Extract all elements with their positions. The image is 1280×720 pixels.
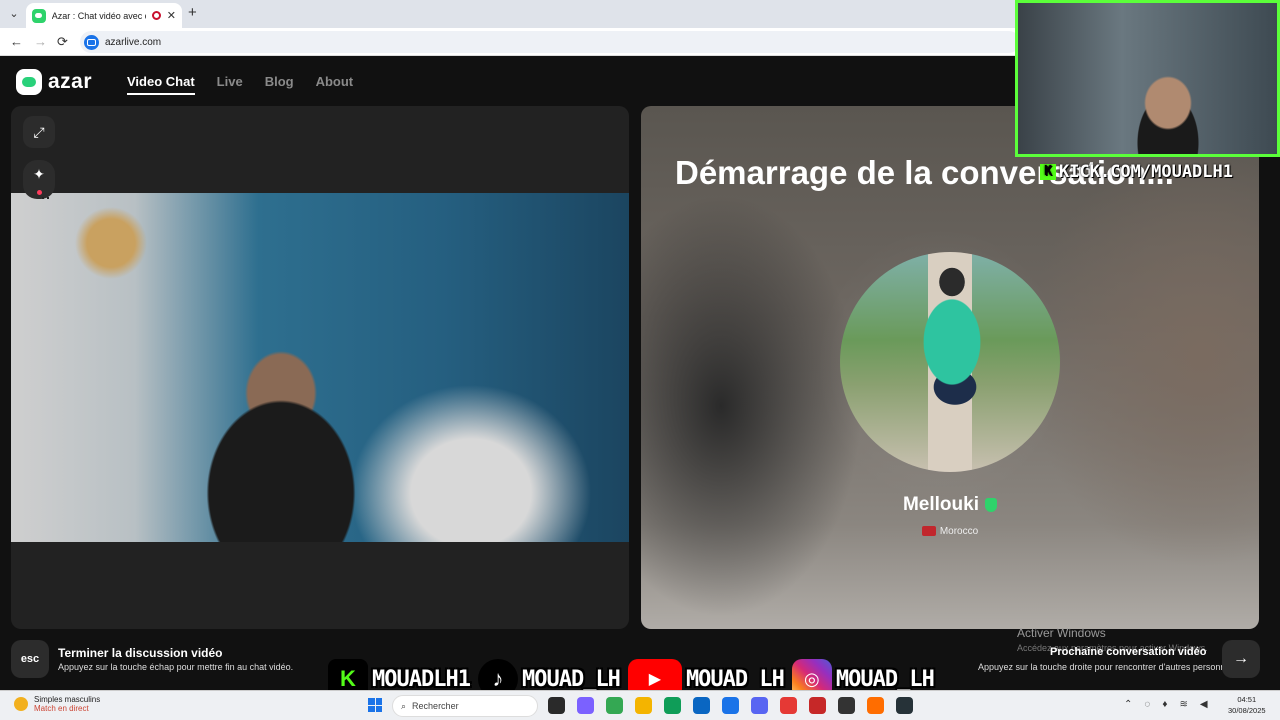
network-icon[interactable]: ◌ [1144, 699, 1150, 710]
back-icon[interactable]: ← [10, 34, 23, 49]
end-chat-hint: Appuyez sur la touche échap pour mettre … [58, 662, 294, 672]
profile-photo [840, 252, 1060, 472]
azar-favicon-icon [32, 8, 46, 23]
country-name: Morocco [939, 526, 979, 537]
taskbar-app-icon[interactable] [548, 697, 565, 714]
next-chat-button[interactable]: → [1222, 640, 1260, 678]
tennis-ball-icon [14, 697, 28, 711]
taskbar-app-icon[interactable] [780, 697, 797, 714]
taskbar-app-icon[interactable] [722, 697, 739, 714]
browser-tab-azar[interactable]: Azar : Chat vidéo avec de n ✕ [26, 3, 182, 28]
local-camera-feed [11, 193, 629, 542]
system-tray: ⌃ ◌ ♦ ≋ ◀ [1124, 699, 1208, 710]
widget-text: Simples masculins Match en direct [34, 695, 100, 713]
logo-text: azar [48, 70, 93, 93]
taskbar-clock[interactable]: 04:51 30/08/2025 [1228, 694, 1266, 716]
profile-name: Mellouki [902, 494, 979, 515]
video-tools: ⤢ ✦ [23, 116, 55, 199]
verified-badge-icon [985, 497, 997, 512]
widget-title: Simples masculins [34, 695, 101, 704]
reload-icon[interactable]: ⟳ [57, 34, 68, 50]
morocco-flag-icon [921, 526, 936, 537]
expand-icon[interactable]: ⤢ [23, 116, 55, 148]
taskbar-app-icon[interactable] [867, 697, 884, 714]
screen: ⌄ Azar : Chat vidéo avec de n ✕ + ← → ⟳ … [0, 0, 1280, 720]
taskbar-app-icon[interactable] [664, 697, 681, 714]
taskbar-app-icon[interactable] [896, 697, 913, 714]
end-chat-button[interactable]: esc [11, 640, 49, 678]
main-nav: Video Chat Live Blog About [127, 74, 353, 95]
search-placeholder: Rechercher [412, 701, 459, 711]
local-video-panel: ⤢ ✦ [11, 106, 629, 629]
search-icon: ⌕ [401, 700, 407, 711]
effects-group: ✦ [23, 160, 55, 199]
windows-start-icon[interactable] [368, 698, 382, 712]
clock-time: 04:51 [1237, 695, 1257, 704]
url-text: azarlive.com [105, 36, 162, 48]
instagram-label: MOUAD_LH [835, 666, 935, 692]
taskbar-app-icon[interactable] [693, 697, 710, 714]
windows-taskbar: Simples masculins Match en direct ⌕ Rech… [0, 690, 1280, 720]
nav-video-chat[interactable]: Video Chat [127, 74, 195, 95]
volume-icon[interactable]: ◀ [1200, 699, 1208, 710]
forward-icon[interactable]: → [34, 34, 47, 49]
recording-indicator-icon [151, 11, 161, 20]
taskbar-app-icon[interactable] [809, 697, 826, 714]
next-chat-title: Prochaine conversation vidéo [1050, 646, 1207, 658]
next-chat-hint: Appuyez sur la touche droite pour rencon… [978, 662, 1235, 672]
end-chat-title: Terminer la discussion vidéo [58, 646, 223, 660]
microphone-icon[interactable]: ♦ [1162, 699, 1167, 710]
taskbar-app-icon[interactable] [838, 697, 855, 714]
taskbar-widget[interactable]: Simples masculins Match en direct [14, 695, 100, 713]
tab-close-icon[interactable]: ✕ [167, 9, 176, 22]
taskbar-apps [548, 697, 913, 714]
tray-chevron-icon[interactable]: ⌃ [1124, 699, 1132, 710]
widget-subtitle: Match en direct [34, 704, 89, 713]
tab-title: Azar : Chat vidéo avec de n [51, 10, 146, 21]
kick-handle-text: KICK.COM/MOUADLH1 [1059, 162, 1233, 182]
youtube-label: MOUAD LH [685, 666, 785, 692]
kick-handle-overlay: K KICK.COM/MOUADLH1 [1040, 162, 1233, 182]
azar-logo-icon [16, 69, 42, 95]
taskbar-app-icon[interactable] [751, 697, 768, 714]
profile-country: Morocco [641, 526, 1259, 537]
url-field[interactable]: azarlive.com [80, 31, 1020, 53]
tab-search-dropdown-icon[interactable]: ⌄ [6, 6, 22, 22]
taskbar-app-icon[interactable] [635, 697, 652, 714]
sparkle-icon[interactable]: ✦ [33, 166, 45, 183]
clock-date: 30/08/2025 [1228, 706, 1266, 715]
new-tab-button[interactable]: + [188, 4, 197, 21]
nav-about[interactable]: About [316, 74, 354, 95]
nav-live[interactable]: Live [217, 74, 243, 95]
taskbar-search[interactable]: ⌕ Rechercher [392, 695, 538, 717]
remote-video-panel: Démarrage de la conversation... Mellouki… [641, 106, 1259, 629]
wifi-icon[interactable]: ≋ [1179, 699, 1187, 710]
tiktok-label: MOUAD_LH [521, 666, 621, 692]
kick-label: MOUADLH1 [372, 666, 471, 692]
taskbar-app-icon[interactable] [606, 697, 623, 714]
site-info-icon[interactable] [84, 34, 99, 50]
taskbar-app-icon[interactable] [577, 697, 594, 714]
azar-logo[interactable]: azar [16, 69, 92, 95]
streamer-webcam-overlay [1015, 0, 1280, 157]
nav-blog[interactable]: Blog [265, 74, 294, 95]
profile-name-row: Mellouki [641, 494, 1259, 516]
activate-windows-title: Activer Windows [1017, 626, 1106, 640]
kick-small-icon: K [1040, 164, 1056, 180]
